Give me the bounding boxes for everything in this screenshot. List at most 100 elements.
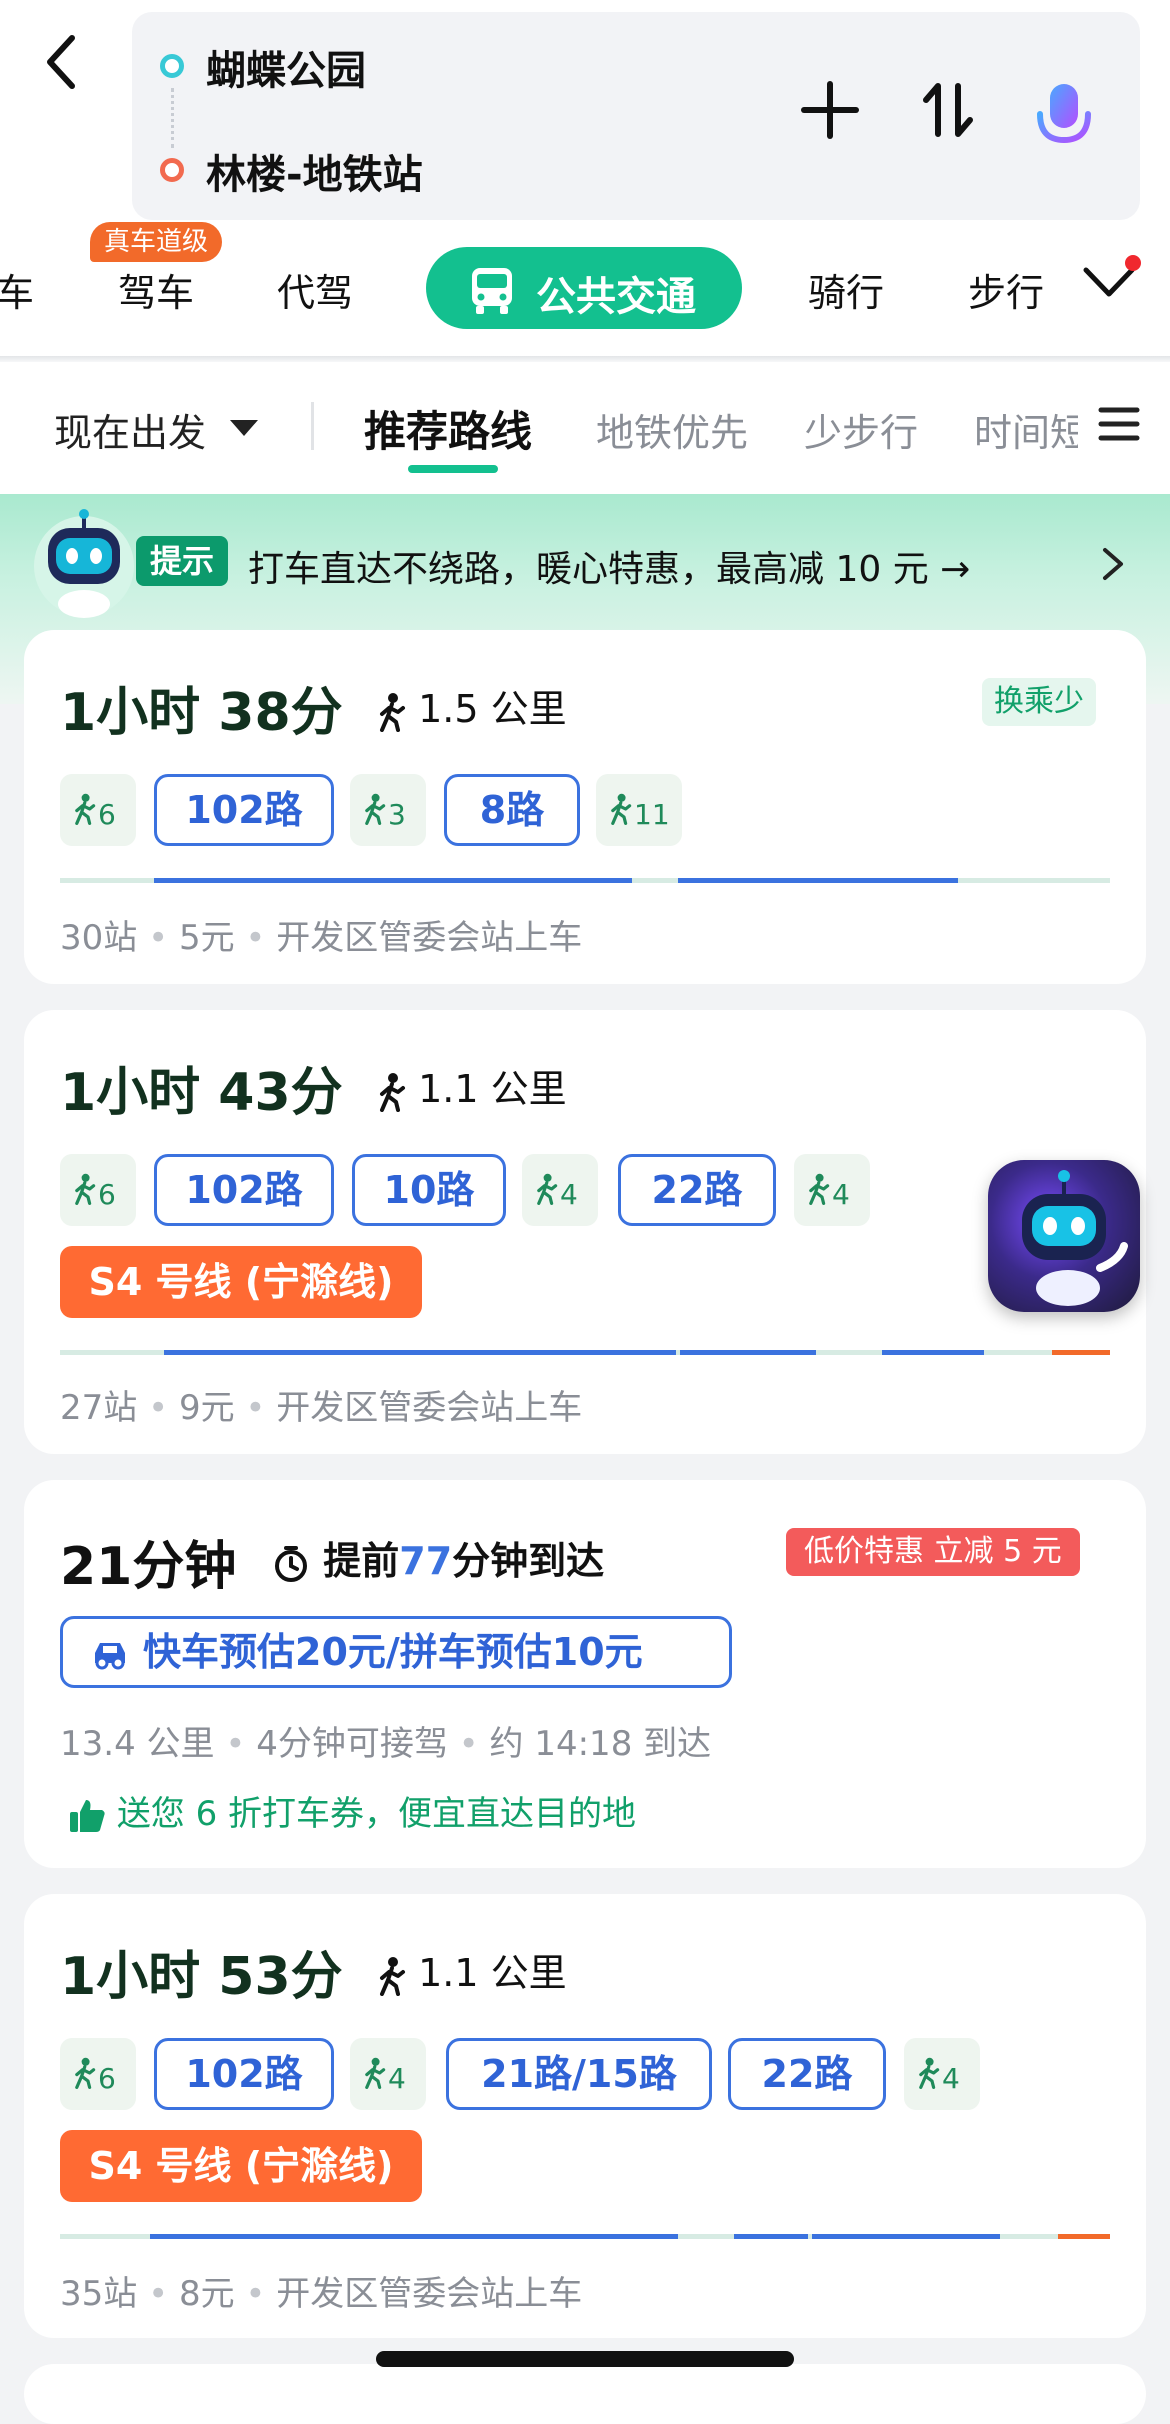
destination-dot-icon [160, 158, 184, 182]
bus-line-10: 10路 [352, 1154, 506, 1226]
walk-minutes: 4 [942, 2062, 960, 2095]
metro-line-s4: S4 号线 (宁滁线) [60, 2130, 422, 2202]
walk-segment: 4 [904, 2038, 980, 2110]
metro-line-s4: S4 号线 (宁滁线) [60, 1246, 422, 1318]
tab-walk[interactable]: 步行 [968, 262, 1046, 317]
swap-button[interactable] [918, 80, 978, 144]
walk-segment: 3 [350, 774, 426, 846]
route-fare: 8元 [178, 2274, 235, 2314]
menu-icon [1098, 407, 1140, 441]
assistant-robot-icon [1022, 1170, 1128, 1306]
chevron-right-icon [1100, 546, 1126, 586]
route-duration: 1小时 38分 [60, 683, 343, 743]
active-tab-indicator [408, 465, 498, 473]
tab-chauffeur[interactable]: 代驾 [277, 262, 353, 317]
tab-public-transit-label: 公共交通 [536, 274, 696, 320]
walk-minutes: 6 [98, 1178, 116, 1211]
walk-segment: 6 [60, 1154, 136, 1226]
taxi-coupon-promo[interactable]: 送您 6 折打车券，便宜直达目的地 [68, 1786, 636, 1835]
tab-bike[interactable]: 骑行 [808, 262, 884, 317]
route-stops: 27站 [60, 1388, 138, 1428]
route-bar-bus [734, 2234, 808, 2239]
tab-recommended-routes[interactable]: 推荐路线 [364, 398, 532, 459]
swap-icon [923, 83, 973, 137]
walk-segment: 4 [522, 1154, 598, 1226]
walk-icon [380, 692, 405, 732]
route-bar-bus [154, 878, 632, 883]
bus-line-102: 102路 [154, 2038, 334, 2110]
route-bar-bus [678, 878, 958, 883]
floating-assistant-button[interactable] [988, 1160, 1140, 1312]
early-minutes: 77 [399, 1539, 453, 1583]
walk-icon [380, 1072, 405, 1112]
filter-divider [311, 402, 314, 450]
walk-segment: 4 [794, 1154, 870, 1226]
route-walk-distance: 1.1 公里 [376, 1058, 567, 1113]
notification-dot [1125, 255, 1141, 271]
route-fare: 9元 [178, 1388, 235, 1428]
route-card[interactable] [24, 2364, 1146, 2424]
bus-icon [466, 264, 518, 320]
walk-icon [75, 1173, 96, 1205]
route-dotted-connector [171, 88, 174, 148]
taxi-distance: 13.4 公里 [60, 1724, 215, 1764]
plus-icon [801, 81, 859, 139]
walk-icon [537, 1173, 558, 1205]
walk-icon [75, 793, 96, 825]
add-waypoint-button[interactable] [800, 80, 860, 144]
depart-time-selector[interactable]: 现在出发 [54, 402, 206, 457]
thumbs-up-icon [70, 1799, 105, 1832]
walk-icon [611, 793, 632, 825]
taxi-duration: 21分钟 [60, 1537, 237, 1597]
walk-minutes: 4 [388, 2062, 406, 2095]
taxi-pickup: 4分钟可接驾 [256, 1724, 448, 1764]
walk-distance-text: 1.1 公里 [418, 1067, 567, 1111]
route-bar-bus [680, 1350, 816, 1355]
route-bar-bus [882, 1350, 984, 1355]
taxi-promo-text: 送您 6 折打车券，便宜直达目的地 [116, 1794, 637, 1834]
bus-line-22: 22路 [618, 1154, 776, 1226]
route-stops: 35站 [60, 2274, 138, 2314]
tab-less-walking[interactable]: 少步行 [804, 402, 918, 457]
route-walk-distance: 1.1 公里 [376, 1942, 567, 1997]
early-prefix: 提前 [323, 1539, 400, 1583]
walk-minutes: 11 [634, 798, 670, 831]
route-board-station: 开发区管委会站上车 [276, 1388, 583, 1428]
walk-minutes: 6 [98, 2062, 116, 2095]
route-duration: 1小时 53分 [60, 1947, 343, 2007]
route-fare: 5元 [178, 918, 235, 958]
filter-menu-button[interactable] [1097, 404, 1141, 448]
tab-shortest-time[interactable]: 时间短 [974, 402, 1078, 457]
walk-minutes: 4 [832, 1178, 850, 1211]
origin-field[interactable]: 蝴蝶公园 [206, 38, 366, 96]
voice-input-button[interactable] [1032, 82, 1096, 158]
bus-line-21-15: 21路/15路 [446, 2038, 712, 2110]
tab-drive[interactable]: 驾车 [118, 262, 194, 317]
route-bar-metro [1058, 2234, 1110, 2239]
route-bar-bus [150, 2234, 678, 2239]
walk-icon [380, 1956, 405, 1996]
tab-taxi[interactable]: 车 [0, 262, 34, 317]
tab-subway-first[interactable]: 地铁优先 [596, 402, 748, 457]
clock-icon [275, 1545, 307, 1582]
caret-down-icon [230, 420, 258, 436]
back-button[interactable] [40, 30, 90, 100]
early-arrival: 提前77分钟到达 [272, 1530, 604, 1585]
mic-icon [1037, 84, 1091, 155]
walk-icon [365, 793, 386, 825]
route-bar-metro [1052, 1350, 1110, 1355]
walk-minutes: 4 [560, 1178, 578, 1211]
assistant-robot-icon [28, 506, 140, 622]
destination-field[interactable]: 林楼-地铁站 [206, 142, 423, 200]
taxi-estimate-button[interactable]: 快车预估20元/拼车预估10元 [60, 1616, 732, 1688]
walk-icon [365, 2057, 386, 2089]
bus-line-8: 8路 [444, 774, 580, 846]
route-stops: 30站 [60, 918, 138, 958]
bus-line-102: 102路 [154, 1154, 334, 1226]
route-duration: 1小时 43分 [60, 1063, 343, 1123]
walk-segment: 11 [596, 774, 682, 846]
lane-level-badge: 真车道级 [90, 222, 223, 262]
walk-segment: 6 [60, 774, 136, 846]
route-walk-distance: 1.5 公里 [376, 678, 567, 733]
origin-dot-icon [160, 54, 184, 78]
